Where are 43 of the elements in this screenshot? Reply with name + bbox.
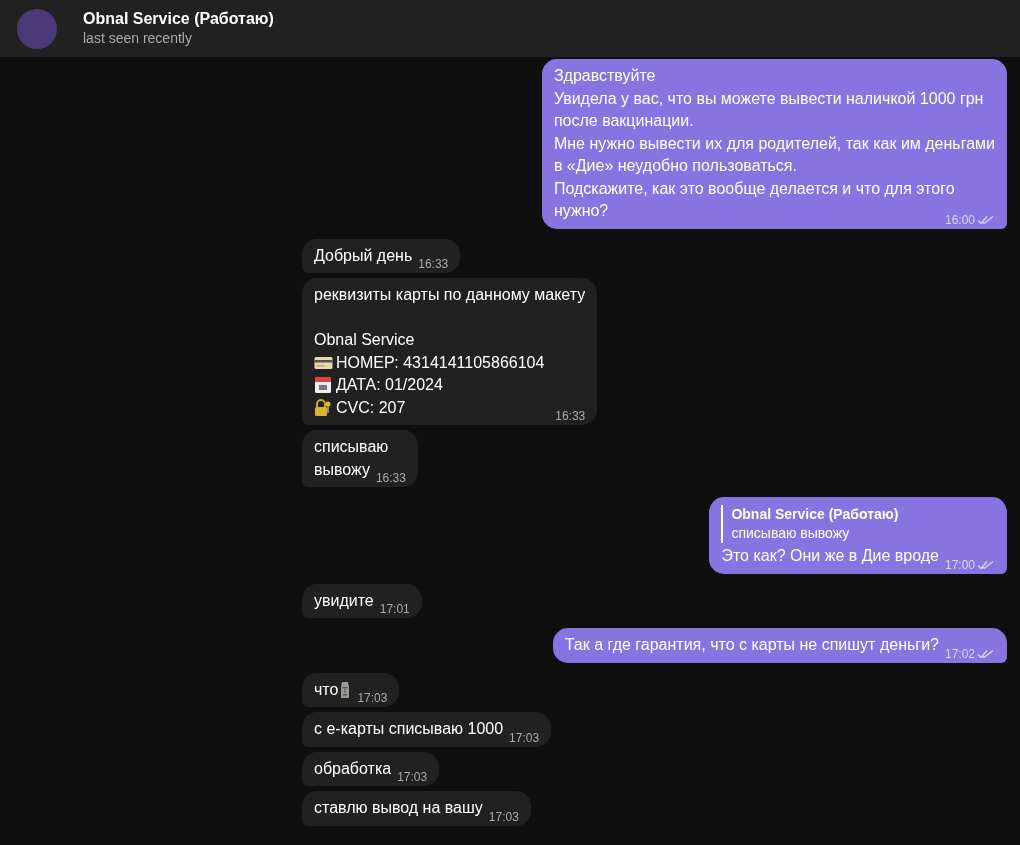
message-time: 17:03 [357,690,388,706]
message-text: ДАТА: 01/2024 [336,375,443,395]
message-text: после вакцинации. [553,111,694,131]
avatar[interactable] [17,8,57,49]
message-text: что [314,679,339,700]
moai-emoji-icon [339,680,352,699]
message-time: 17:01 [379,601,410,617]
message-text: Мне нужно вывести их для родителей, так как им деньгами [553,133,995,154]
lock-with-key-icon [314,398,332,417]
message-time: 17:00 [944,556,975,573]
message-text: ставлю вывод на вашу [314,798,483,818]
message-time: 17:03 [397,769,428,785]
last-seen-status: last seen recently [83,29,193,48]
message-text: реквизиты карты по данному макету [314,285,586,305]
message-text: Подскажите, как это вообще делается и что для этого [553,178,955,199]
message-text: нужно? [553,201,609,221]
message-text: Obnal Service [314,330,415,350]
message-text: Это как? Они же в Дие вроде [721,546,939,566]
message-text: увидите [314,590,374,611]
message-text: Увидела у вас, что вы можете вывести наличкой 1000 грн [553,88,984,109]
message-text: списываю [314,437,389,457]
message-text: в «Дие» неудобно пользоваться. [553,156,797,176]
message-text: CVC: 207 [336,397,406,418]
message-text: Здравствуйте [553,66,656,86]
credit-card-icon [314,355,333,370]
message-text: с е-карты списываю 1000 [314,719,504,739]
message-time: 16:33 [418,256,449,272]
message-text: НОМЕР: 4314141105866104 [336,352,545,373]
contact-name: Obnal Service (Работаю) [83,9,274,29]
message-text: обработка [314,758,392,779]
reply-quote[interactable]: Obnal Service (Работаю) списываю вывожу [721,505,995,543]
message-time: 17:02 [944,645,975,662]
message-time: 16:00 [944,211,975,228]
calendar-icon [314,376,332,395]
reply-author: Obnal Service (Работаю) [731,505,900,524]
message-text: вывожу [314,459,370,480]
message-time: 16:33 [375,470,406,486]
message-time: 16:33 [555,408,586,424]
message-time: 17:03 [509,729,540,746]
message-text: Так а где гарантия, что с карты не спишут деньги? [564,635,939,655]
message-time: 17:03 [488,808,519,825]
message-text: Добрый день [314,245,413,266]
reply-text: списываю вывожу [731,524,851,543]
